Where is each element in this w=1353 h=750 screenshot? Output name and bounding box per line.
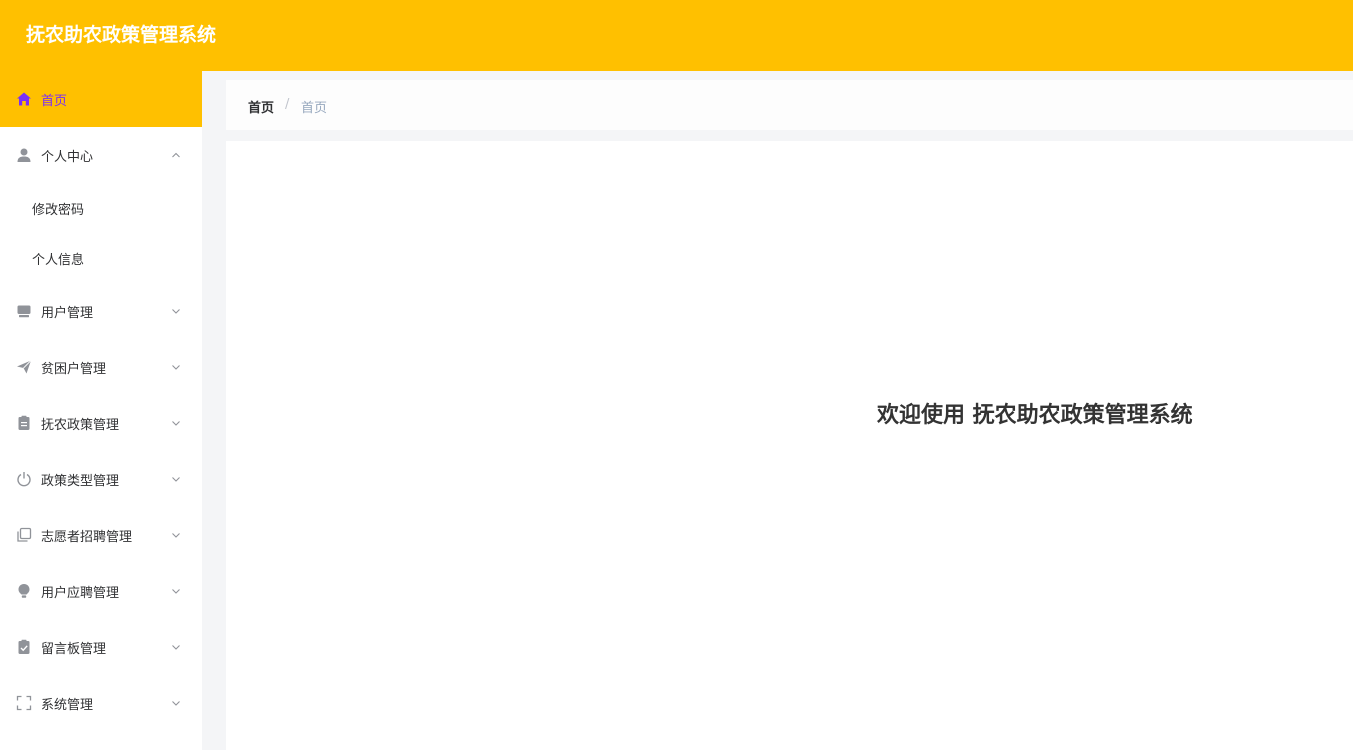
chevron-up-icon (172, 152, 180, 158)
sidebar-item-home[interactable]: 首页 (0, 71, 202, 127)
sidebar-item-user-management[interactable]: 用户管理 (0, 283, 202, 339)
clipboard-icon (18, 415, 30, 430)
monitor-icon (17, 305, 31, 318)
sidebar-item-label: 用户应聘管理 (41, 586, 120, 601)
sidebar-item-label: 首页 (41, 94, 68, 109)
sidebar-item-poor-household-management[interactable]: 贫困户管理 (0, 339, 202, 395)
sidebar-item-policy-management[interactable]: 抚农政策管理 (0, 395, 202, 451)
sidebar-item-label: 志愿者招聘管理 (41, 530, 133, 545)
sidebar-item-label: 个人中心 (41, 150, 94, 165)
chevron-down-icon (172, 477, 180, 482)
breadcrumb-current: 首页 (301, 101, 328, 116)
sidebar-item-label: 政策类型管理 (41, 474, 120, 489)
chevron-down-icon (172, 589, 180, 594)
sidebar-item-personal-center[interactable]: 个人中心 (0, 127, 202, 183)
user-icon (17, 148, 31, 162)
sidebar-item-label: 留言板管理 (41, 642, 107, 657)
sidebar: 首页 个人中心 修改密码 个人信息 用户管理 贫困户管理 抚农政策管理 政策类型… (0, 71, 202, 750)
top-header: 抚农助农政策管理系统 (0, 0, 1353, 71)
sidebar-subitem-personal-info[interactable]: 个人信息 (0, 233, 202, 283)
sidebar-subitem-label: 修改密码 (32, 203, 85, 218)
breadcrumb-home-link[interactable]: 首页 (248, 97, 274, 116)
sidebar-item-label: 贫困户管理 (41, 362, 107, 377)
chevron-down-icon (172, 421, 180, 426)
main-content: 欢迎使用 抚农助农政策管理系统 (226, 141, 1353, 750)
sidebar-item-label: 用户管理 (41, 306, 94, 321)
chevron-down-icon (172, 309, 180, 314)
sidebar-item-system-management[interactable]: 系统管理 (0, 675, 202, 731)
chevron-down-icon (172, 701, 180, 706)
copy-icon (17, 527, 32, 542)
checklist-icon (18, 639, 30, 654)
app-title: 抚农助农政策管理系统 (26, 24, 217, 46)
sidebar-subitem-label: 个人信息 (32, 253, 85, 268)
chevron-down-icon (172, 533, 180, 538)
chevron-down-icon (172, 365, 180, 370)
welcome-message: 欢迎使用 抚农助农政策管理系统 (877, 403, 1193, 428)
fullscreen-icon (16, 695, 32, 711)
sidebar-item-volunteer-recruitment-management[interactable]: 志愿者招聘管理 (0, 507, 202, 563)
chevron-down-icon (172, 645, 180, 650)
home-icon (17, 92, 31, 106)
sidebar-item-message-board-management[interactable]: 留言板管理 (0, 619, 202, 675)
sidebar-subitem-change-password[interactable]: 修改密码 (0, 183, 202, 233)
power-icon (17, 472, 31, 487)
bulb-icon (18, 584, 30, 598)
sidebar-item-label: 抚农政策管理 (41, 418, 120, 433)
send-icon (17, 360, 32, 374)
breadcrumb: 首页 / 首页 (226, 80, 1353, 130)
sidebar-item-label: 系统管理 (41, 698, 94, 713)
sidebar-item-policy-type-management[interactable]: 政策类型管理 (0, 451, 202, 507)
sidebar-item-user-application-management[interactable]: 用户应聘管理 (0, 563, 202, 619)
breadcrumb-separator: / (285, 97, 290, 112)
